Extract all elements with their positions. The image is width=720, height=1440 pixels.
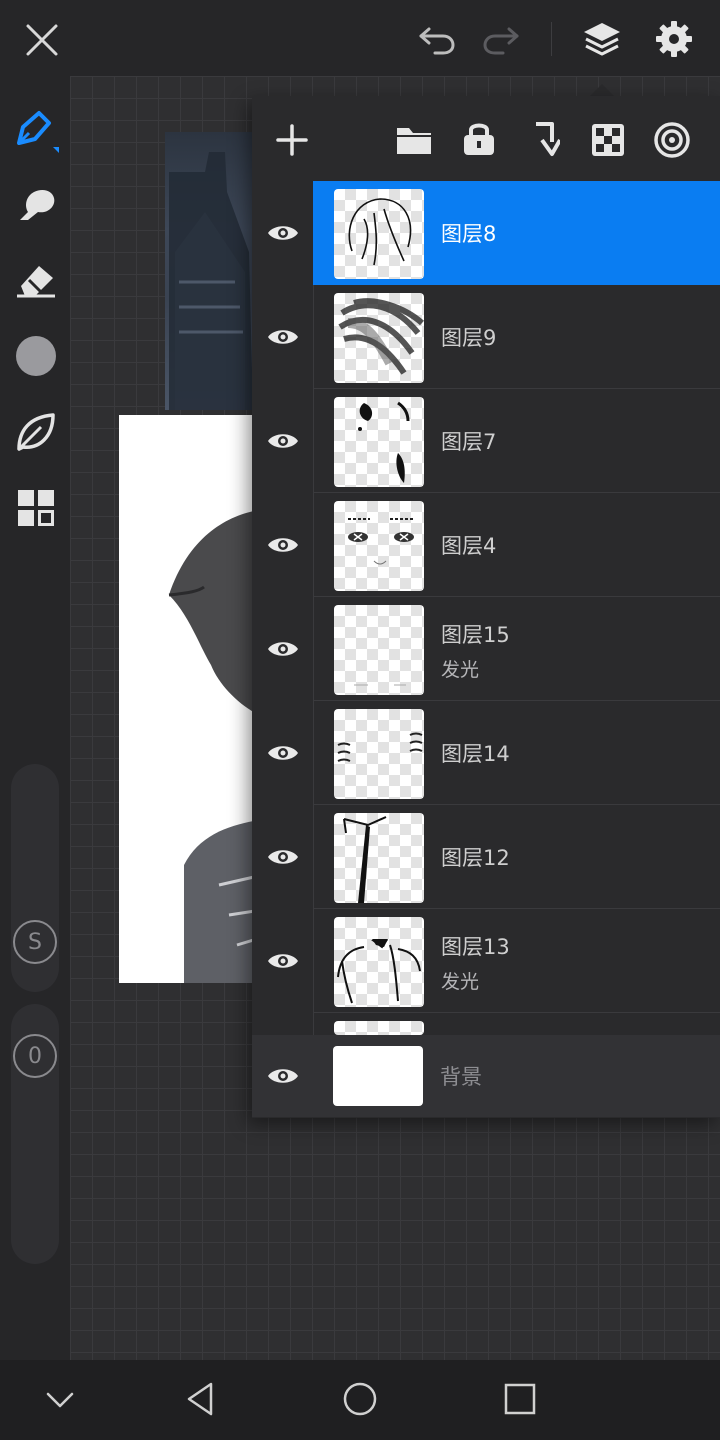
layer-main[interactable]: 图层12 (313, 805, 720, 909)
layer-row[interactable]: 图层14 (252, 701, 720, 805)
layer-thumbnail (334, 605, 424, 695)
lock-icon[interactable] (457, 116, 501, 160)
pen-icon[interactable] (10, 104, 62, 156)
visibility-toggle[interactable] (252, 389, 313, 493)
layer-blend-mode: 发光 (441, 971, 480, 993)
left-toolbar: S 0 (0, 76, 70, 1360)
top-bar (0, 0, 720, 76)
toolbar-divider (551, 22, 552, 56)
layer-thumbnail (334, 1021, 424, 1035)
layer-thumbnail (334, 293, 424, 383)
layer-name: 图层15 (441, 623, 510, 647)
visibility-toggle[interactable] (252, 1035, 313, 1117)
layer-thumbnail (334, 917, 424, 1007)
redo-icon[interactable] (476, 16, 526, 64)
layer-name: 图层8 (441, 222, 497, 246)
eraser-icon[interactable] (10, 254, 62, 306)
home-icon[interactable] (336, 1374, 384, 1424)
layer-name: 图层9 (441, 326, 497, 350)
gallery-icon[interactable] (10, 482, 62, 534)
layer-thumbnail (333, 1046, 423, 1106)
eye-icon (267, 850, 298, 864)
layer-main[interactable]: 图层4 (313, 493, 720, 597)
clipping-icon[interactable] (650, 118, 694, 162)
close-icon[interactable] (18, 16, 66, 64)
eye-icon (267, 434, 298, 448)
smudge-icon[interactable] (10, 178, 62, 230)
chevron-down-icon[interactable] (36, 1378, 84, 1422)
opacity-slider-label: 0 (13, 1034, 57, 1078)
layer-row[interactable]: 图层13 发光 (252, 909, 720, 1013)
back-icon[interactable] (176, 1374, 224, 1424)
canvas-paper (119, 415, 259, 983)
layer-main[interactable]: 图层15 发光 (313, 597, 720, 701)
layer-name: 图层14 (441, 742, 510, 766)
layer-row[interactable]: 图层7 (252, 389, 720, 493)
layer-name: 图层7 (441, 430, 497, 454)
layer-row[interactable]: 图层15 发光 (252, 597, 720, 701)
recents-icon[interactable] (496, 1374, 544, 1424)
layer-row[interactable]: 图层9 (252, 285, 720, 389)
eye-icon (267, 954, 298, 968)
visibility-toggle[interactable] (252, 805, 313, 909)
layer-thumbnail (334, 189, 424, 279)
eye-icon (267, 642, 298, 656)
eye-icon (267, 746, 298, 760)
layer-thumbnail (334, 397, 424, 487)
add-layer-icon[interactable] (270, 118, 314, 162)
layers-panel: 图层8 图层9 图层7 图层4 图层15 发光 图层14 图层12 图层13 发… (252, 96, 720, 1118)
panel-caret (590, 84, 614, 96)
layer-main[interactable]: 图层14 (313, 701, 720, 805)
layer-main[interactable]: 图层9 (313, 285, 720, 389)
visibility-toggle[interactable] (252, 909, 313, 1013)
layer-row[interactable]: 图层4 (252, 493, 720, 597)
size-slider-label: S (13, 920, 57, 964)
eye-icon (267, 330, 298, 344)
layer-thumbnail (334, 813, 424, 903)
folder-icon[interactable] (392, 118, 436, 162)
eye-icon (267, 226, 298, 240)
visibility-toggle[interactable] (252, 493, 313, 597)
layer-row[interactable]: 图层12 (252, 805, 720, 909)
layers-toolbar (252, 96, 720, 184)
visibility-toggle[interactable] (252, 597, 313, 701)
alpha-lock-icon[interactable] (586, 118, 630, 162)
eye-icon (267, 538, 298, 552)
layer-name: 图层12 (441, 846, 510, 870)
layer-main[interactable]: 图层7 (313, 389, 720, 493)
layer-name: 图层4 (441, 534, 497, 558)
layer-row[interactable]: 图层8 (252, 181, 720, 285)
visibility-toggle[interactable] (252, 285, 313, 389)
visibility-toggle[interactable] (252, 181, 313, 285)
merge-down-icon[interactable] (522, 118, 566, 162)
layer-name: 图层13 (441, 935, 510, 959)
color-icon[interactable] (10, 330, 62, 382)
layer-blend-mode: 发光 (441, 659, 480, 681)
layer-main[interactable]: 图层8 (313, 181, 720, 285)
layer-main[interactable]: 图层13 发光 (313, 909, 720, 1013)
layer-thumbnail (334, 709, 424, 799)
undo-icon[interactable] (412, 16, 462, 64)
layer-thumbnail (334, 501, 424, 591)
layer-name: 背景 (440, 1065, 482, 1089)
gear-icon[interactable] (648, 14, 700, 64)
layer-row-partial[interactable] (313, 1013, 720, 1035)
background-layer-row[interactable]: 背景 (252, 1035, 720, 1117)
leaf-icon[interactable] (10, 406, 62, 458)
reference-image (165, 132, 257, 410)
eye-icon (267, 1069, 298, 1083)
system-nav-bar (0, 1360, 720, 1440)
layers-icon[interactable] (576, 14, 628, 64)
visibility-toggle[interactable] (252, 701, 313, 805)
